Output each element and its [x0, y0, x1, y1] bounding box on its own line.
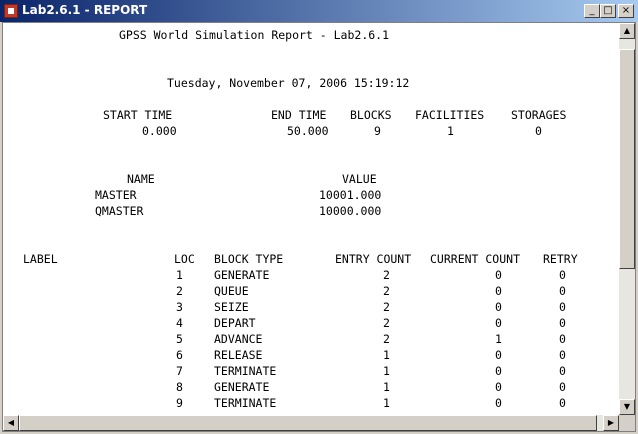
names-row-name: QMASTER — [95, 204, 144, 218]
block-loc: 2 — [176, 284, 183, 298]
block-type: ADVANCE — [214, 332, 263, 346]
horizontal-scrollbar[interactable]: ◀ ▶ — [3, 415, 619, 431]
block-type: TERMINATE — [214, 396, 277, 410]
summary-end-time: 50.000 — [287, 124, 329, 138]
names-row-name: MASTER — [95, 188, 137, 202]
block-type: RELEASE — [214, 348, 263, 362]
horizontal-scroll-thumb[interactable] — [19, 415, 597, 431]
block-retry: 0 — [559, 300, 566, 314]
summary-header-facilities: FACILITIES — [415, 108, 485, 122]
block-type: QUEUE — [214, 284, 249, 298]
blocks-header-block-type: BLOCK TYPE — [214, 252, 284, 266]
block-entry-count: 2 — [383, 300, 390, 314]
block-loc: 3 — [176, 300, 183, 314]
summary-header-end-time: END TIME — [271, 108, 327, 122]
summary-header-storages: STORAGES — [511, 108, 567, 122]
summary-blocks: 9 — [374, 124, 381, 138]
block-loc: 8 — [176, 380, 183, 394]
block-retry: 0 — [559, 284, 566, 298]
names-row-value: 10000.000 — [319, 204, 382, 218]
scroll-left-arrow-icon[interactable]: ◀ — [3, 415, 19, 431]
block-current-count: 0 — [495, 396, 502, 410]
block-loc: 9 — [176, 396, 183, 410]
window-title: Lab2.6.1 - REPORT — [22, 3, 148, 17]
blocks-header-entry-count: ENTRY COUNT — [335, 252, 412, 266]
block-loc: 7 — [176, 364, 183, 378]
block-retry: 0 — [559, 268, 566, 282]
names-header-name: NAME — [127, 172, 155, 186]
block-loc: 4 — [176, 316, 183, 330]
report-text: GPSS World Simulation Report - Lab2.6.1 … — [3, 23, 619, 415]
block-entry-count: 1 — [383, 364, 390, 378]
block-retry: 0 — [559, 348, 566, 362]
block-current-count: 1 — [495, 332, 502, 346]
block-current-count: 0 — [495, 268, 502, 282]
block-retry: 0 — [559, 380, 566, 394]
block-current-count: 0 — [495, 284, 502, 298]
block-entry-count: 2 — [383, 316, 390, 330]
blocks-header-loc: LOC — [174, 252, 195, 266]
block-entry-count: 2 — [383, 284, 390, 298]
scroll-up-arrow-icon[interactable]: ▲ — [619, 23, 635, 39]
block-type: SEIZE — [214, 300, 249, 314]
block-loc: 5 — [176, 332, 183, 346]
report-client-area: GPSS World Simulation Report - Lab2.6.1 … — [2, 22, 636, 432]
block-type: GENERATE — [214, 268, 270, 282]
block-entry-count: 2 — [383, 332, 390, 346]
block-retry: 0 — [559, 364, 566, 378]
block-entry-count: 2 — [383, 268, 390, 282]
scroll-down-arrow-icon[interactable]: ▼ — [619, 399, 635, 415]
block-retry: 0 — [559, 396, 566, 410]
block-current-count: 0 — [495, 316, 502, 330]
summary-start-time: 0.000 — [142, 124, 177, 138]
report-header: GPSS World Simulation Report - Lab2.6.1 — [119, 28, 390, 42]
block-entry-count: 1 — [383, 380, 390, 394]
block-loc: 6 — [176, 348, 183, 362]
minimize-button[interactable]: _ — [584, 4, 600, 18]
vertical-scroll-thumb[interactable] — [619, 49, 635, 269]
block-retry: 0 — [559, 316, 566, 330]
block-type: DEPART — [214, 316, 256, 330]
block-type: TERMINATE — [214, 364, 277, 378]
scroll-right-arrow-icon[interactable]: ▶ — [603, 415, 619, 431]
summary-facilities: 1 — [447, 124, 454, 138]
block-entry-count: 1 — [383, 348, 390, 362]
summary-header-start-time: START TIME — [103, 108, 173, 122]
names-row-value: 10001.000 — [319, 188, 382, 202]
summary-header-blocks: BLOCKS — [350, 108, 392, 122]
report-date: Tuesday, November 07, 2006 15:19:12 — [167, 76, 410, 90]
vertical-scrollbar[interactable]: ▲ ▼ — [619, 23, 635, 415]
blocks-header-current-count: CURRENT COUNT — [430, 252, 521, 266]
block-loc: 1 — [176, 268, 183, 282]
close-button[interactable]: × — [618, 4, 634, 18]
names-header-value: VALUE — [342, 172, 377, 186]
block-entry-count: 1 — [383, 396, 390, 410]
maximize-button[interactable]: □ — [600, 4, 616, 18]
scrollbar-corner — [619, 415, 635, 431]
title-bar[interactable]: Lab2.6.1 - REPORT _ □ × — [0, 0, 638, 22]
blocks-header-label: LABEL — [23, 252, 58, 266]
blocks-header-retry: RETRY — [543, 252, 578, 266]
block-current-count: 0 — [495, 380, 502, 394]
block-current-count: 0 — [495, 300, 502, 314]
block-current-count: 0 — [495, 348, 502, 362]
summary-storages: 0 — [535, 124, 542, 138]
block-retry: 0 — [559, 332, 566, 346]
app-icon[interactable] — [4, 4, 18, 18]
report-window: Lab2.6.1 - REPORT _ □ × GPSS World Simul… — [0, 0, 638, 434]
block-type: GENERATE — [214, 380, 270, 394]
block-current-count: 0 — [495, 364, 502, 378]
